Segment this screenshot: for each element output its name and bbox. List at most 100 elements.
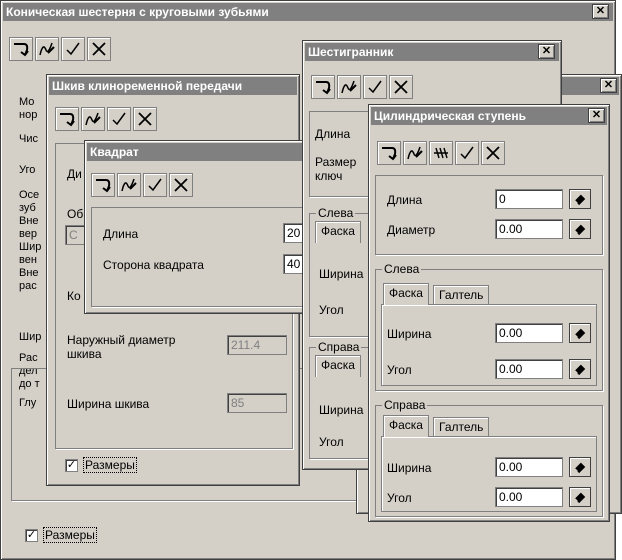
square-titlebar[interactable]: Квадрат xyxy=(87,143,303,161)
checkmark-icon: ✓ xyxy=(26,529,37,541)
hexagon-length-label: Длина xyxy=(315,127,351,141)
cylinder-toolbar xyxy=(377,141,505,167)
cone-gear-titlebar[interactable]: Коническая шестерня с круговыми зубьями xyxy=(3,3,613,21)
hexagon-right-tab-chamfer[interactable]: Фаска xyxy=(315,355,361,377)
hexagon-edit-button[interactable] xyxy=(337,75,361,99)
eraser-icon xyxy=(574,194,586,206)
square-title: Квадрат xyxy=(90,145,139,159)
check-icon xyxy=(66,42,80,56)
cylinder-left-angle-edit-button[interactable] xyxy=(569,359,591,379)
check-icon xyxy=(112,112,126,126)
cone-gear-close-button[interactable]: ✕ xyxy=(592,4,609,19)
cylinder-thread-button[interactable] xyxy=(429,141,453,165)
cross-icon xyxy=(174,178,188,192)
cylinder-right-width-field[interactable]: 0.00 xyxy=(495,457,563,477)
pulley-cancel-button[interactable] xyxy=(133,107,157,131)
cylinder-cancel-button[interactable] xyxy=(481,141,505,165)
square-side-label: Сторона квадрата xyxy=(103,258,204,272)
pencil-sketch-icon xyxy=(85,112,101,126)
square-ok-button[interactable] xyxy=(143,173,167,197)
pulley-label-1: Ди xyxy=(67,167,82,181)
pulley-dimensions-label: Размеры xyxy=(83,457,137,473)
cylinder-diameter-field[interactable]: 0.00 xyxy=(495,219,563,239)
cylinder-right-tab-chamfer[interactable]: Фаска xyxy=(383,415,429,437)
cylinder-right-tab-fillet[interactable]: Галтель xyxy=(433,417,490,437)
square-apply-button[interactable] xyxy=(91,173,115,197)
cylinder-main-group xyxy=(375,175,603,255)
cylinder-titlebar[interactable]: Цилиндрическая ступень xyxy=(371,107,607,125)
pulley-dimensions-checkbox[interactable]: ✓ xyxy=(65,459,78,472)
hexagon-left-tab-chamfer[interactable]: Фаска xyxy=(315,221,361,243)
cone-cancel-button[interactable] xyxy=(87,37,111,61)
arrow-hook-icon xyxy=(316,81,331,95)
cone-apply-button[interactable] xyxy=(9,37,33,61)
cone-dimensions-checkbox[interactable]: ✓ xyxy=(25,529,38,542)
cross-icon xyxy=(394,80,408,94)
cylinder-right-angle-field[interactable]: 0.00 xyxy=(495,487,563,507)
cylinder-length-field[interactable]: 0 xyxy=(495,189,563,209)
cylinder-diameter-label: Диаметр xyxy=(387,223,436,237)
cylinder-left-width-field[interactable]: 0.00 xyxy=(495,323,563,343)
check-icon xyxy=(460,146,474,160)
cylinder-right-group-title: Справа xyxy=(382,398,428,412)
square-params-group xyxy=(91,207,305,307)
pulley-apply-button[interactable] xyxy=(55,107,79,131)
pulley-titlebar[interactable]: Шкив клиноременной передачи xyxy=(49,77,297,95)
eraser-icon xyxy=(574,492,586,504)
arrow-hook-icon xyxy=(382,147,397,161)
eraser-icon xyxy=(574,364,586,376)
background-close-button[interactable]: ✕ xyxy=(600,78,617,93)
pencil-sketch-icon xyxy=(39,42,55,56)
hexagon-left-angle-label: Угол xyxy=(319,303,344,317)
cylinder-left-width-edit-button[interactable] xyxy=(569,323,591,343)
close-icon: ✕ xyxy=(603,79,614,91)
hexagon-right-group-title: Справа xyxy=(316,340,362,354)
hexagon-right-angle-label: Угол xyxy=(319,435,344,449)
hexagon-ok-button[interactable] xyxy=(363,75,387,99)
cylinder-left-width-label: Ширина xyxy=(387,327,432,341)
cylinder-length-edit-button[interactable] xyxy=(569,189,591,209)
cone-ok-button[interactable] xyxy=(61,37,85,61)
cylinder-left-tab-pane xyxy=(381,304,597,386)
arrow-hook-icon xyxy=(14,43,29,57)
arrow-hook-icon xyxy=(60,113,75,127)
cylinder-apply-button[interactable] xyxy=(377,141,401,165)
cylinder-left-tab-fillet[interactable]: Галтель xyxy=(433,285,490,305)
hexagon-apply-button[interactable] xyxy=(311,75,335,99)
cylinder-right-width-edit-button[interactable] xyxy=(569,457,591,477)
pencil-sketch-icon xyxy=(341,80,357,94)
check-icon xyxy=(148,178,162,192)
cross-icon xyxy=(486,146,500,160)
square-edit-button[interactable] xyxy=(117,173,141,197)
cylinder-diameter-edit-button[interactable] xyxy=(569,219,591,239)
pencil-sketch-icon xyxy=(121,178,137,192)
pulley-label-4: Ко xyxy=(67,289,81,303)
hexagon-titlebar[interactable]: Шестигранник xyxy=(305,43,559,61)
cylinder-right-angle-label: Угол xyxy=(387,491,412,505)
pulley-outer-diameter-field[interactable]: 211.4 xyxy=(227,335,287,355)
close-icon: ✕ xyxy=(595,5,606,17)
cylinder-right-angle-edit-button[interactable] xyxy=(569,487,591,507)
cone-gear-title: Коническая шестерня с круговыми зубьями xyxy=(6,5,269,19)
cylinder-edit-button[interactable] xyxy=(403,141,427,165)
cylinder-left-tab-chamfer[interactable]: Фаска xyxy=(383,283,429,305)
cone-edit-button[interactable] xyxy=(35,37,59,61)
cylinder-ok-button[interactable] xyxy=(455,141,479,165)
cone-gear-toolbar xyxy=(9,37,111,63)
hexagon-cancel-button[interactable] xyxy=(389,75,413,99)
pulley-width-field[interactable]: 85 xyxy=(227,393,287,413)
pulley-ok-button[interactable] xyxy=(107,107,131,131)
close-icon: ✕ xyxy=(591,109,602,121)
pulley-width-label: Ширина шкива xyxy=(67,397,150,411)
pulley-outer-diameter-label: Наружный диаметр шкива xyxy=(67,333,176,361)
pulley-edit-button[interactable] xyxy=(81,107,105,131)
hexagon-close-button[interactable]: ✕ xyxy=(538,44,555,59)
square-cancel-button[interactable] xyxy=(169,173,193,197)
cylinder-right-width-label: Ширина xyxy=(387,461,432,475)
cylinder-left-angle-field[interactable]: 0.00 xyxy=(495,359,563,379)
cylinder-left-group-title: Слева xyxy=(382,262,422,276)
cylinder-title: Цилиндрическая ступень xyxy=(374,109,526,123)
square-length-label: Длина xyxy=(103,227,139,241)
cylinder-close-button[interactable]: ✕ xyxy=(588,108,605,123)
pencil-sketch-icon xyxy=(407,146,423,160)
